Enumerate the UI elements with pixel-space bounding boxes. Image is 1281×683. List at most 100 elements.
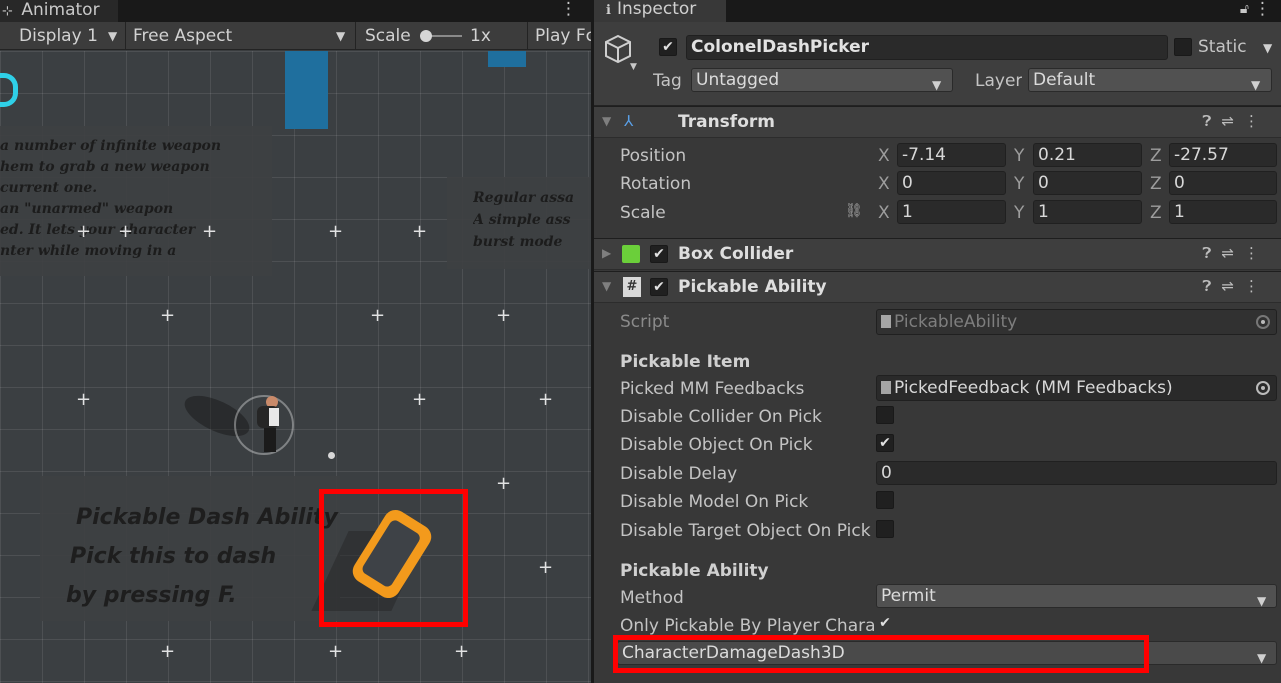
scale-label: Scale: [620, 203, 666, 223]
disable-collider-checkbox[interactable]: [876, 406, 894, 424]
sign-line: an "unarmed" weapon: [0, 201, 174, 217]
chevron-down-icon[interactable]: ▼: [602, 114, 611, 128]
scale-z-field[interactable]: 1: [1169, 200, 1277, 224]
lock-icon[interactable]: 🔓︎: [1240, 0, 1249, 18]
position-z-field[interactable]: -27.57: [1169, 143, 1277, 167]
link-constrain-icon[interactable]: ⛓: [845, 203, 863, 219]
animator-icon: ⊹: [2, 4, 13, 19]
game-scene-render[interactable]: a number of infinite weapon hem to grab …: [0, 51, 591, 683]
active-checkbox[interactable]: ✔: [659, 38, 677, 56]
axis-z-label[interactable]: Z: [1150, 174, 1162, 194]
disable-collider-label: Disable Collider On Pick: [620, 407, 822, 427]
game-toolbar: Display 1 ▼ Free Aspect ▼ Scale 1x Play …: [0, 22, 591, 50]
more-options-icon[interactable]: ⋮: [1244, 277, 1269, 295]
disable-model-checkbox[interactable]: [876, 491, 894, 509]
scale-slider-track[interactable]: [428, 35, 462, 37]
axis-z-label[interactable]: Z: [1150, 146, 1162, 166]
picked-feedbacks-field[interactable]: PickedFeedback (MM Feedbacks): [876, 375, 1277, 401]
box-collider-icon: [622, 245, 640, 263]
disable-delay-field[interactable]: 0: [876, 461, 1277, 485]
rotation-z-field[interactable]: 0: [1169, 171, 1277, 195]
axis-x-label[interactable]: X: [878, 146, 890, 166]
scale-y-field[interactable]: 1: [1033, 200, 1142, 224]
component-actions[interactable]: ❓︎⇌⋮: [1202, 277, 1269, 295]
picked-feedbacks-value: PickedFeedback (MM Feedbacks): [894, 378, 1173, 398]
display-dropdown[interactable]: Display 1 ▼: [0, 22, 126, 50]
pickable-ability-enabled-checkbox[interactable]: ✔: [650, 278, 668, 296]
axis-x-label[interactable]: X: [878, 174, 890, 194]
chevron-down-icon[interactable]: ▼: [630, 62, 637, 72]
object-picker-icon[interactable]: [1256, 381, 1270, 395]
box-collider-enabled-checkbox[interactable]: ✔: [650, 245, 668, 263]
layer-label: Layer: [975, 71, 1023, 91]
rotation-y-field[interactable]: 0: [1033, 171, 1142, 195]
axis-z-label[interactable]: Z: [1150, 203, 1162, 223]
section-pickable-item: Pickable Item: [620, 352, 751, 372]
gameobject-name-field[interactable]: ColonelDashPicker: [686, 35, 1168, 60]
more-options-icon[interactable]: ⋮: [560, 0, 577, 18]
presets-icon[interactable]: ⇌: [1221, 112, 1244, 130]
floor-cross-marker: +: [202, 221, 218, 242]
rotation-x-field[interactable]: 0: [897, 171, 1006, 195]
method-dropdown[interactable]: Permit ▼: [876, 584, 1277, 608]
inspector-panel: ℹ Inspector 🔓︎ ⋮ ▼ ✔ ColonelDashPicker St…: [594, 0, 1281, 683]
method-label: Method: [620, 588, 684, 608]
box-collider-header[interactable]: ▶ ✔ Box Collider ❓︎⇌⋮: [594, 238, 1281, 270]
static-label: Static: [1198, 37, 1247, 57]
component-actions[interactable]: ❓︎⇌⋮: [1202, 112, 1269, 130]
transform-header[interactable]: ▼ ⅄ Transform ❓︎⇌⋮: [594, 106, 1281, 138]
floor-cross-marker: +: [412, 221, 428, 242]
presets-icon[interactable]: ⇌: [1221, 277, 1244, 295]
aspect-dropdown[interactable]: Free Aspect ▼: [126, 22, 356, 50]
static-checkbox[interactable]: [1174, 38, 1192, 56]
disable-target-checkbox[interactable]: [876, 520, 894, 538]
axis-y-label[interactable]: Y: [1014, 174, 1024, 194]
tab-animator-label: Animator: [21, 0, 100, 20]
object-picker-icon: [1256, 315, 1270, 329]
floor-cross-marker: +: [538, 557, 554, 578]
presets-icon[interactable]: ⇌: [1221, 244, 1244, 262]
axis-x-label[interactable]: X: [878, 203, 890, 223]
position-x-field[interactable]: -7.14: [897, 143, 1006, 167]
more-options-icon[interactable]: ⋮: [1244, 244, 1269, 262]
script-hash-icon: #: [623, 277, 641, 297]
chevron-down-icon: ▼: [336, 29, 346, 43]
pickable-ability-header[interactable]: ▼ # ✔ Pickable Ability ❓︎⇌⋮: [594, 271, 1281, 303]
tag-dropdown[interactable]: Untagged ▼: [691, 68, 953, 92]
more-options-icon[interactable]: ⋮: [1244, 112, 1269, 130]
tab-animator[interactable]: ⊹ Animator: [0, 0, 118, 22]
highlight-box-pickup: [319, 489, 468, 627]
help-icon[interactable]: ❓︎: [1202, 277, 1221, 295]
cyan-object: [0, 73, 18, 107]
chevron-down-icon: ▼: [1257, 651, 1267, 665]
more-options-icon[interactable]: ⋮: [1254, 0, 1271, 18]
position-y-field[interactable]: 0.21: [1033, 143, 1142, 167]
axis-y-label[interactable]: Y: [1014, 146, 1024, 166]
blue-tile: [285, 51, 328, 129]
chevron-down-icon[interactable]: ▼: [1263, 41, 1272, 55]
game-view-panel: ⊹ Animator ⋮ Display 1 ▼ Free Aspect ▼ S…: [0, 0, 591, 683]
script-file-icon: [881, 315, 891, 328]
tab-inspector[interactable]: ℹ Inspector: [594, 0, 726, 22]
chevron-down-icon[interactable]: ▼: [602, 279, 611, 293]
floor-cross-marker: +: [76, 389, 92, 410]
help-icon[interactable]: ❓︎: [1202, 112, 1221, 130]
box-collider-title: Box Collider: [678, 244, 794, 264]
play-focused-dropdown[interactable]: Play Fc: [535, 22, 591, 50]
highlight-box-ability-dropdown: [613, 635, 1149, 673]
help-icon[interactable]: ❓︎: [1202, 244, 1221, 262]
scale-x-field[interactable]: 1: [897, 200, 1006, 224]
chevron-right-icon[interactable]: ▶: [602, 246, 611, 260]
blue-tile: [488, 51, 526, 67]
inspector-tab-bar: ℹ Inspector 🔓︎ ⋮: [594, 0, 1281, 22]
sign-line: A simple ass: [473, 212, 571, 228]
only-player-checkbox[interactable]: ✔: [876, 615, 894, 633]
component-actions[interactable]: ❓︎⇌⋮: [1202, 244, 1269, 262]
axis-y-label[interactable]: Y: [1014, 203, 1024, 223]
layer-dropdown[interactable]: Default ▼: [1028, 68, 1272, 92]
method-dropdown-value: Permit: [881, 586, 936, 606]
scale-slider-thumb[interactable]: [420, 30, 432, 42]
gameobject-header: ▼ ✔ ColonelDashPicker Static ▼ Tag Untag…: [594, 22, 1281, 106]
disable-object-checkbox[interactable]: ✔: [876, 434, 894, 452]
pickable-ability-title: Pickable Ability: [678, 277, 827, 297]
